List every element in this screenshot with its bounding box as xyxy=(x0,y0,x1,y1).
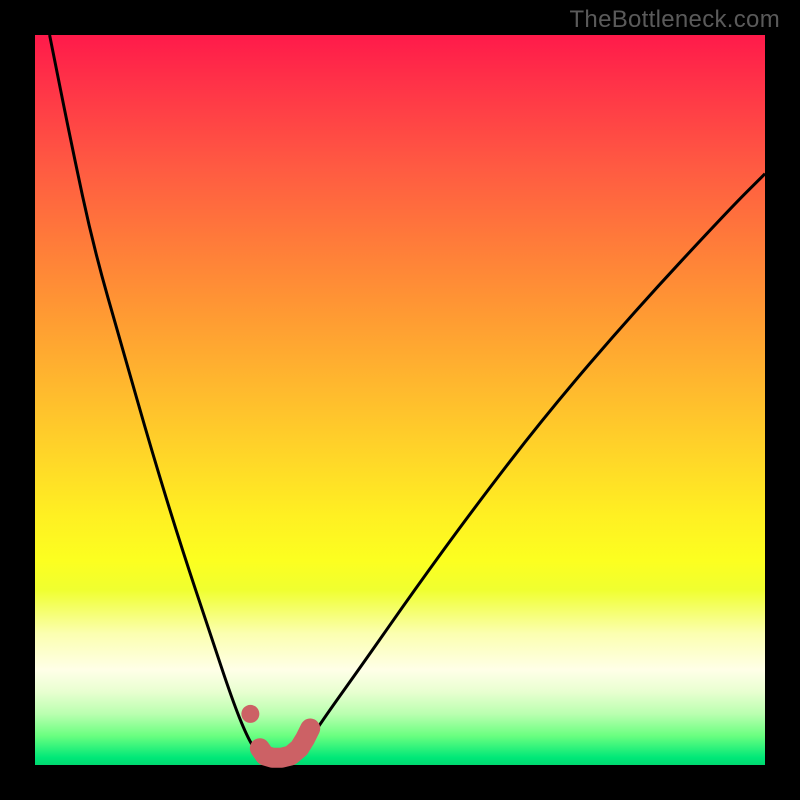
marker-layer xyxy=(241,705,310,758)
watermark-text: TheBottleneck.com xyxy=(569,6,780,34)
curve-layer xyxy=(50,35,765,757)
bottleneck-curve xyxy=(50,35,765,757)
marker-bottom-segment xyxy=(260,729,310,758)
marker-left-dot xyxy=(241,705,259,723)
chart-svg xyxy=(35,35,765,765)
chart-container: TheBottleneck.com xyxy=(0,0,800,800)
